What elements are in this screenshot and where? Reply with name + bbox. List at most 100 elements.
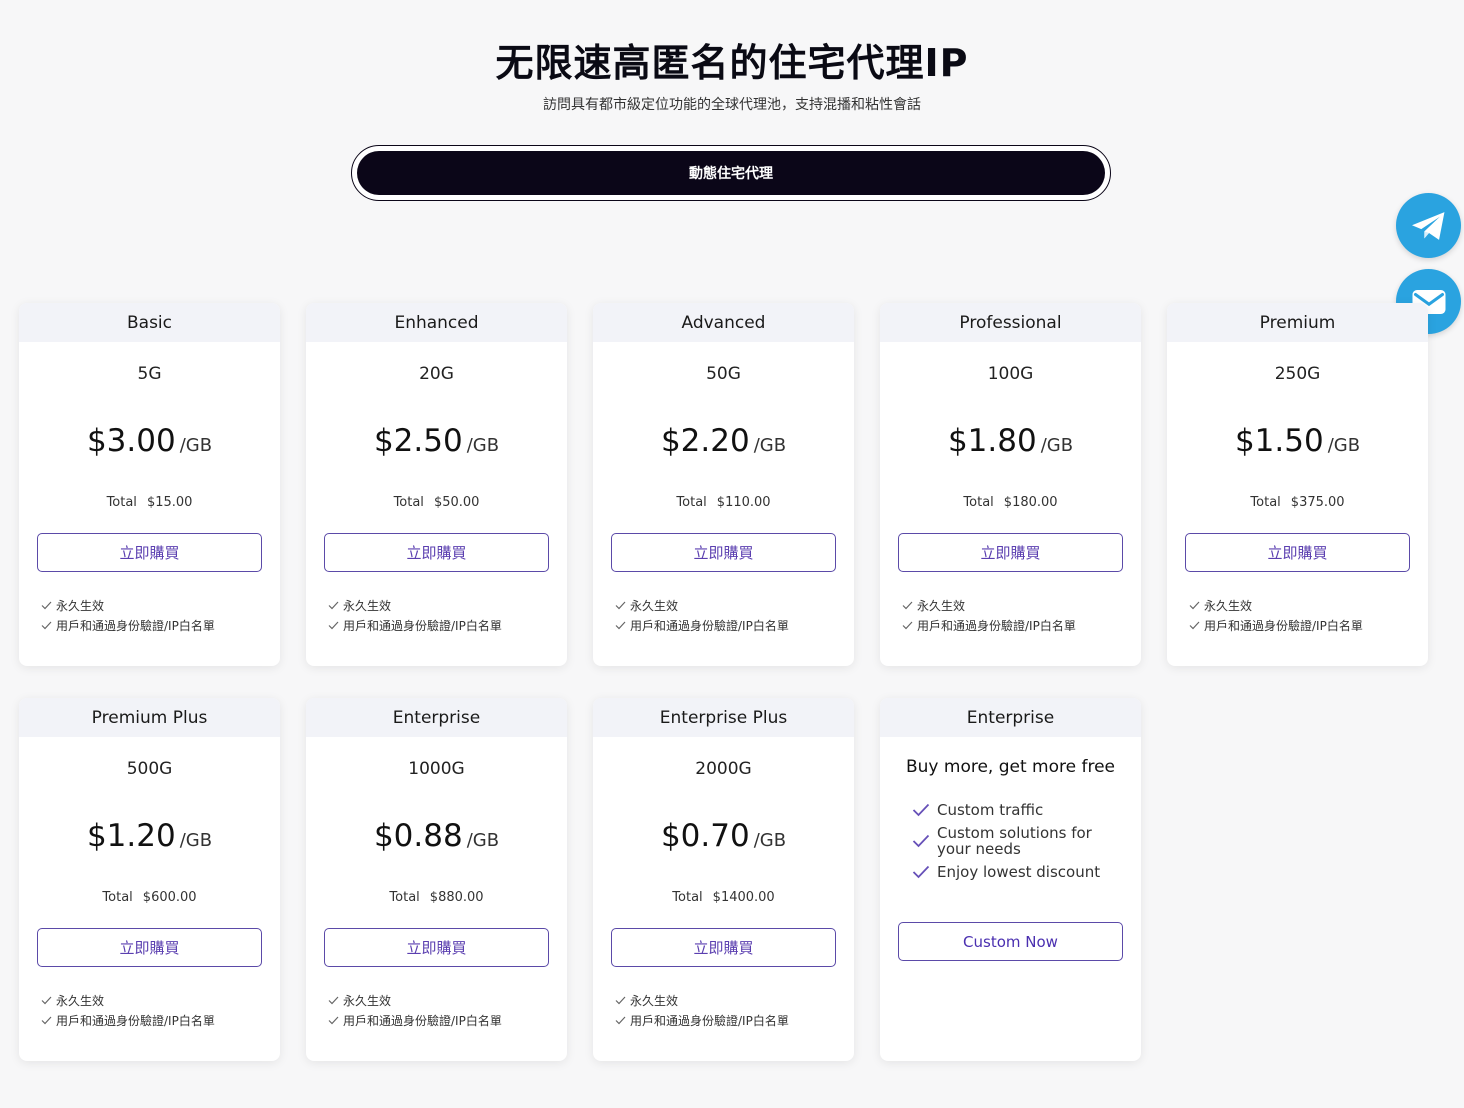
feature-list: 永久生效 用戶和通過身份驗證/IP白名單 bbox=[902, 595, 1076, 635]
custom-feature-item: Custom solutions for your needs bbox=[912, 825, 1102, 857]
check-icon bbox=[328, 601, 339, 609]
check-icon bbox=[902, 621, 913, 629]
check-icon bbox=[912, 865, 930, 879]
price-unit: /GB bbox=[466, 830, 500, 851]
feature-item: 永久生效 bbox=[328, 595, 502, 615]
feature-item: 永久生效 bbox=[615, 990, 789, 1010]
total-label: Total bbox=[389, 890, 420, 905]
plan-size: 20G bbox=[419, 364, 454, 384]
feature-item: 用戶和通過身份驗證/IP白名單 bbox=[41, 1010, 215, 1030]
plan-name: Professional bbox=[880, 303, 1141, 342]
feature-item: 永久生效 bbox=[41, 990, 215, 1010]
product-tab-bar: 動態住宅代理 bbox=[351, 145, 1111, 201]
total-label: Total bbox=[672, 890, 703, 905]
check-icon bbox=[912, 834, 930, 848]
feature-list: 永久生效 用戶和通過身份驗證/IP白名單 bbox=[1189, 595, 1363, 635]
plan-total: Total $180.00 bbox=[880, 495, 1141, 510]
feature-item: 永久生效 bbox=[902, 595, 1076, 615]
plan-size: 5G bbox=[137, 364, 162, 384]
price-value: $2.20 bbox=[660, 423, 750, 459]
total-amount: $50.00 bbox=[433, 495, 480, 510]
total-label: Total bbox=[102, 890, 133, 905]
check-icon bbox=[328, 996, 339, 1004]
buy-now-button[interactable]: 立即購買 bbox=[37, 533, 262, 572]
feature-item: 永久生效 bbox=[1189, 595, 1363, 615]
plan-price: $1.20/GB bbox=[19, 818, 280, 854]
custom-feature-item: Enjoy lowest discount bbox=[912, 864, 1102, 880]
plan-total: Total $1400.00 bbox=[593, 890, 854, 905]
page-title: 无限速高匿名的住宅代理IP bbox=[495, 41, 969, 85]
page-subtitle: 訪問具有都市級定位功能的全球代理池，支持混播和粘性會話 bbox=[543, 97, 921, 113]
plan-name: Premium Plus bbox=[19, 698, 280, 737]
check-icon bbox=[41, 996, 52, 1004]
total-amount: $375.00 bbox=[1290, 495, 1345, 510]
telegram-icon bbox=[1411, 211, 1444, 240]
plan-size: 1000G bbox=[408, 759, 465, 779]
buy-now-button[interactable]: 立即購買 bbox=[324, 928, 549, 967]
price-unit: /GB bbox=[753, 830, 787, 851]
tab-dynamic-residential-proxy[interactable]: 動態住宅代理 bbox=[357, 151, 1105, 195]
feature-item: 用戶和通過身份驗證/IP白名單 bbox=[328, 615, 502, 635]
plan-card-premium-plus: Premium Plus 500G $1.20/GB Total $600.00 … bbox=[19, 698, 280, 1061]
check-icon bbox=[615, 621, 626, 629]
check-icon bbox=[41, 601, 52, 609]
price-value: $0.70 bbox=[660, 818, 750, 854]
check-icon bbox=[902, 601, 913, 609]
plan-name: Basic bbox=[19, 303, 280, 342]
price-value: $3.00 bbox=[86, 423, 176, 459]
total-amount: $15.00 bbox=[146, 495, 193, 510]
total-label: Total bbox=[963, 495, 994, 510]
custom-now-button[interactable]: Custom Now bbox=[898, 922, 1123, 961]
plan-card-custom-enterprise: Enterprise Buy more, get more free Custo… bbox=[880, 698, 1141, 1061]
buy-now-button[interactable]: 立即購買 bbox=[611, 533, 836, 572]
price-unit: /GB bbox=[179, 435, 213, 456]
check-icon bbox=[615, 996, 626, 1004]
feature-item: 永久生效 bbox=[328, 990, 502, 1010]
feature-item: 永久生效 bbox=[41, 595, 215, 615]
price-unit: /GB bbox=[466, 435, 500, 456]
plan-card-advanced: Advanced 50G $2.20/GB Total $110.00 立即購買 … bbox=[593, 303, 854, 666]
check-icon bbox=[41, 621, 52, 629]
price-unit: /GB bbox=[179, 830, 213, 851]
feature-item: 用戶和通過身份驗證/IP白名單 bbox=[41, 615, 215, 635]
plan-total: Total $375.00 bbox=[1167, 495, 1428, 510]
custom-feature-list: Custom traffic Custom solutions for your… bbox=[912, 802, 1102, 887]
plan-name: Advanced bbox=[593, 303, 854, 342]
price-value: $0.88 bbox=[373, 818, 463, 854]
total-amount: $600.00 bbox=[142, 890, 197, 905]
buy-now-button[interactable]: 立即購買 bbox=[898, 533, 1123, 572]
feature-item: 永久生效 bbox=[615, 595, 789, 615]
plan-price: $3.00/GB bbox=[19, 423, 280, 459]
plan-size: 50G bbox=[706, 364, 741, 384]
buy-now-button[interactable]: 立即購買 bbox=[324, 533, 549, 572]
total-amount: $880.00 bbox=[429, 890, 484, 905]
custom-feature-item: Custom traffic bbox=[912, 802, 1102, 818]
feature-list: 永久生效 用戶和通過身份驗證/IP白名單 bbox=[615, 595, 789, 635]
plan-card-professional: Professional 100G $1.80/GB Total $180.00 … bbox=[880, 303, 1141, 666]
feature-list: 永久生效 用戶和通過身份驗證/IP白名單 bbox=[328, 595, 502, 635]
plan-name: Enterprise Plus bbox=[593, 698, 854, 737]
plan-card-enhanced: Enhanced 20G $2.50/GB Total $50.00 立即購買 永… bbox=[306, 303, 567, 666]
plan-price: $2.50/GB bbox=[306, 423, 567, 459]
plan-price: $0.70/GB bbox=[593, 818, 854, 854]
check-icon bbox=[1189, 601, 1200, 609]
feature-list: 永久生效 用戶和通過身份驗證/IP白名單 bbox=[615, 990, 789, 1030]
plan-card-premium: Premium 250G $1.50/GB Total $375.00 立即購買 … bbox=[1167, 303, 1428, 666]
check-icon bbox=[328, 621, 339, 629]
buy-now-button[interactable]: 立即購買 bbox=[1185, 533, 1410, 572]
plan-price: $1.50/GB bbox=[1167, 423, 1428, 459]
buy-now-button[interactable]: 立即購買 bbox=[37, 928, 262, 967]
total-label: Total bbox=[1250, 495, 1281, 510]
total-label: Total bbox=[393, 495, 424, 510]
buy-now-button[interactable]: 立即購買 bbox=[611, 928, 836, 967]
plan-total: Total $50.00 bbox=[306, 495, 567, 510]
feature-list: 永久生效 用戶和通過身份驗證/IP白名單 bbox=[328, 990, 502, 1030]
plan-name: Enterprise bbox=[306, 698, 567, 737]
plan-total: Total $880.00 bbox=[306, 890, 567, 905]
total-amount: $180.00 bbox=[1003, 495, 1058, 510]
feature-item: 用戶和通過身份驗證/IP白名單 bbox=[615, 1010, 789, 1030]
telegram-button[interactable] bbox=[1396, 193, 1461, 258]
check-icon bbox=[615, 1016, 626, 1024]
total-label: Total bbox=[676, 495, 707, 510]
check-icon bbox=[615, 601, 626, 609]
